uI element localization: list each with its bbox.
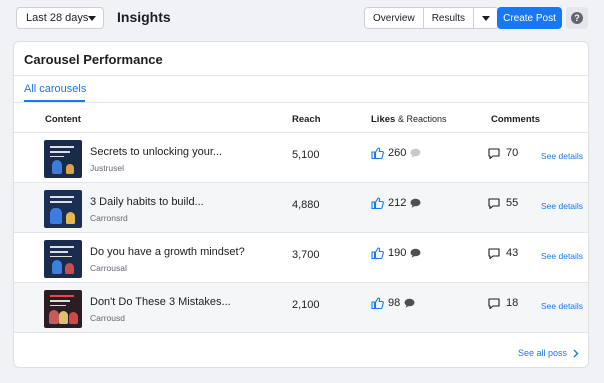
post-author: Justrusel xyxy=(90,163,125,173)
divider xyxy=(14,102,588,103)
reach-value: 2,100 xyxy=(292,299,320,311)
header-reach: Reach xyxy=(292,114,321,125)
thumbs-up-icon xyxy=(371,147,384,159)
speech-bubble-icon xyxy=(410,248,421,258)
likes-cell: 190 xyxy=(371,247,421,259)
reach-value: 5,100 xyxy=(292,149,320,161)
table-row: Do you have a growth mindset? Carrousal … xyxy=(14,233,588,283)
comment-icon xyxy=(488,197,500,209)
see-details-link[interactable]: See details xyxy=(541,301,583,311)
see-details-link[interactable]: See details xyxy=(541,251,583,261)
help-icon: ? xyxy=(571,12,583,24)
tab-all-carousels[interactable]: All carousels xyxy=(24,83,86,95)
see-all-label: See all poss xyxy=(518,348,568,358)
header-likes-label: Likes xyxy=(371,114,396,125)
comments-value: 55 xyxy=(506,197,519,209)
create-post-button[interactable]: Create Post xyxy=(497,7,562,29)
table-row: 3 Daily habits to build... Carronsrd 4,8… xyxy=(14,183,588,233)
comment-icon xyxy=(488,247,500,259)
post-author: Carrousal xyxy=(90,263,127,273)
header-likes-suffix: & Reactions xyxy=(397,114,447,124)
likes-cell: 260 xyxy=(371,147,421,159)
likes-cell: 98 xyxy=(371,297,415,309)
reach-value: 4,880 xyxy=(292,199,320,211)
likes-value: 190 xyxy=(388,247,407,259)
date-range-dropdown[interactable]: Last 28 days xyxy=(16,7,104,29)
post-thumbnail[interactable] xyxy=(44,190,82,228)
likes-value: 212 xyxy=(388,197,407,209)
card-title: Carousel Performance xyxy=(24,52,163,67)
results-dropdown-button[interactable] xyxy=(474,8,498,28)
comments-value: 18 xyxy=(506,297,519,309)
overview-button[interactable]: Overview xyxy=(365,8,424,28)
carousel-performance-card: Carousel Performance All carousels Conte… xyxy=(13,41,589,368)
speech-bubble-icon xyxy=(410,148,421,158)
divider xyxy=(14,75,588,76)
chevron-right-icon xyxy=(573,349,579,358)
post-title[interactable]: Don't Do These 3 Mistakes... xyxy=(90,296,231,308)
post-title[interactable]: Secrets to unlocking your... xyxy=(90,146,222,158)
view-switcher: Overview Results xyxy=(364,7,500,29)
table-row: Secrets to unlocking your... Justrusel 5… xyxy=(14,133,588,183)
post-author: Carrousd xyxy=(90,313,125,323)
likes-value: 260 xyxy=(388,147,407,159)
speech-bubble-icon xyxy=(410,198,421,208)
see-all-posts-link[interactable]: See all poss xyxy=(518,348,579,358)
comments-value: 43 xyxy=(506,247,519,259)
thumbs-up-icon xyxy=(371,297,384,309)
header-content: Content xyxy=(45,114,81,125)
date-range-label: Last 28 days xyxy=(26,12,89,24)
comments-cell: 70 xyxy=(488,147,518,159)
header-comments: Comments xyxy=(491,114,541,125)
comments-cell: 43 xyxy=(488,247,518,259)
see-details-link[interactable]: See details xyxy=(541,201,583,211)
reach-value: 3,700 xyxy=(292,249,320,261)
see-details-link[interactable]: See details xyxy=(541,151,583,161)
comment-icon xyxy=(488,147,500,159)
comment-icon xyxy=(488,297,500,309)
table-row: Don't Do These 3 Mistakes... Carrousd 2,… xyxy=(14,283,588,333)
top-bar: Last 28 days Insights Overview Results C… xyxy=(0,0,604,40)
post-author: Carronsrd xyxy=(90,213,128,223)
post-thumbnail[interactable] xyxy=(44,240,82,278)
speech-bubble-icon xyxy=(404,298,415,308)
post-title[interactable]: 3 Daily habits to build... xyxy=(90,196,204,208)
page-title: Insights xyxy=(117,9,171,25)
help-button[interactable]: ? xyxy=(566,7,588,29)
likes-cell: 212 xyxy=(371,197,421,209)
results-button[interactable]: Results xyxy=(424,8,475,28)
thumbs-up-icon xyxy=(371,247,384,259)
chevron-down-icon xyxy=(88,16,96,21)
likes-value: 98 xyxy=(388,297,401,309)
comments-cell: 18 xyxy=(488,297,518,309)
thumbs-up-icon xyxy=(371,197,384,209)
post-title[interactable]: Do you have a growth mindset? xyxy=(90,246,245,258)
comments-cell: 55 xyxy=(488,197,518,209)
comments-value: 70 xyxy=(506,147,519,159)
post-thumbnail[interactable] xyxy=(44,290,82,328)
chevron-down-icon xyxy=(482,15,491,21)
post-thumbnail[interactable] xyxy=(44,140,82,178)
header-likes: Likes & Reactions xyxy=(371,114,446,125)
